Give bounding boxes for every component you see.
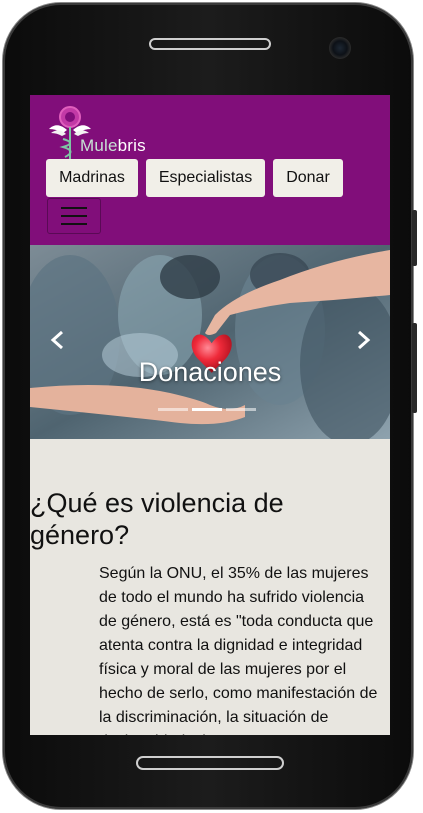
earpiece-speaker [149,38,271,50]
power-button [412,323,417,413]
nav-button-madrinas[interactable]: Madrinas [46,159,138,197]
brand-name-suffix: bris [117,136,146,155]
front-camera [329,37,351,59]
volume-button [412,210,417,266]
navbar: Mulebris Madrinas Especialistas Donar [30,95,390,245]
chevron-left-icon[interactable] [48,329,68,351]
carousel-indicator[interactable] [192,408,222,411]
navbar-toggler[interactable] [47,198,101,234]
hamburger-icon [61,223,87,225]
nav-button-donar[interactable]: Donar [273,159,343,197]
carousel-indicator[interactable] [226,408,256,411]
hamburger-icon [61,215,87,217]
chevron-right-icon[interactable] [353,329,373,351]
brand-name[interactable]: Mulebris [80,136,146,156]
brand-name-prefix: Mule [80,136,118,155]
phone-screen: Mulebris Madrinas Especialistas Donar Do… [30,95,390,735]
bottom-speaker [136,756,284,770]
carousel-caption: Donaciones [138,357,282,387]
article-body: Según la ONU, el 35% de las mujeres de t… [99,565,378,735]
article-heading: ¿Qué es violencia de género? [30,488,284,550]
carousel-indicator[interactable] [158,408,188,411]
nav-button-especialistas[interactable]: Especialistas [146,159,265,197]
carousel-indicators [158,408,256,411]
carousel: Donaciones [30,245,390,439]
hamburger-icon [61,207,87,209]
